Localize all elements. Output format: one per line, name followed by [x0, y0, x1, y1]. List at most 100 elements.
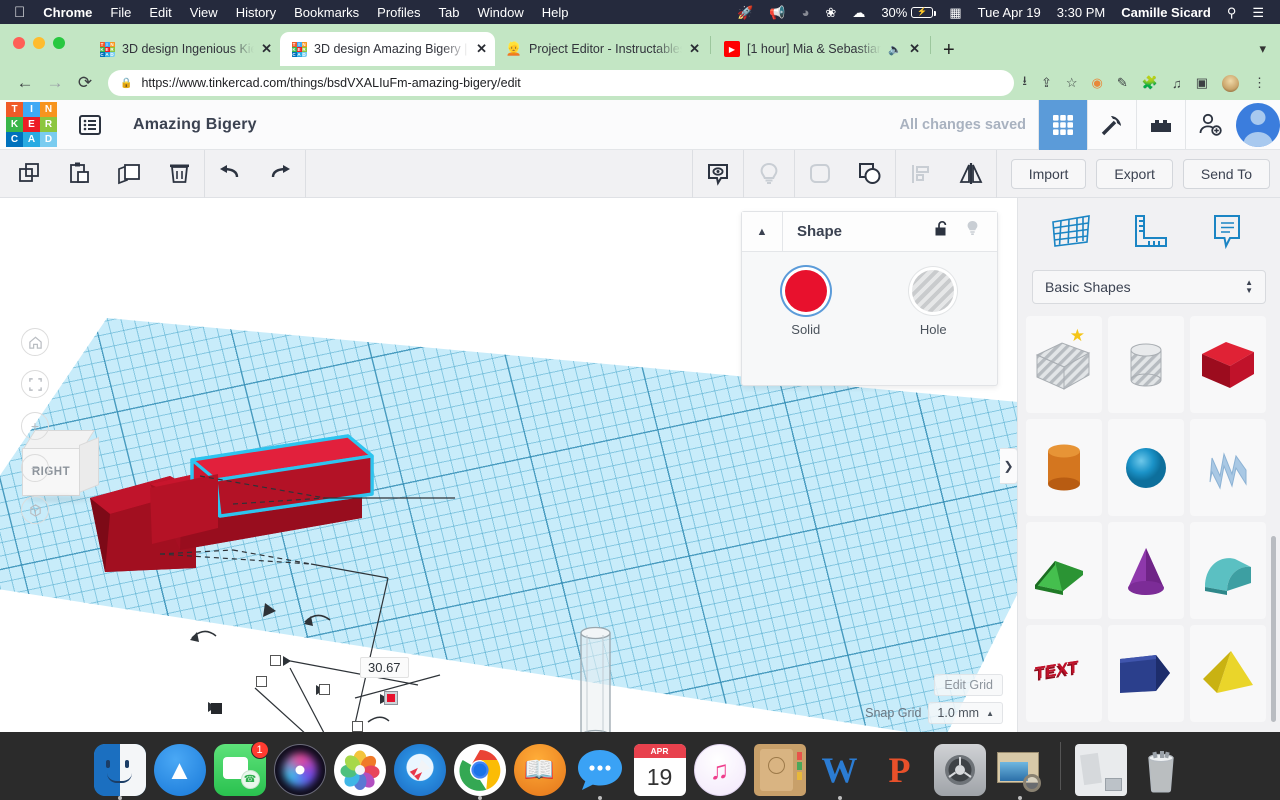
- menu-item-view[interactable]: View: [190, 5, 218, 20]
- back-button[interactable]: ←: [10, 73, 40, 93]
- mode-blocks-button[interactable]: [1136, 99, 1185, 150]
- screen-mirroring-icon[interactable]: ▦: [949, 6, 961, 19]
- tinkercad-logo[interactable]: T I N K E R C A D: [6, 102, 57, 147]
- dock-item-chrome[interactable]: [453, 744, 506, 800]
- menu-item-help[interactable]: Help: [542, 5, 569, 20]
- timemachine-icon[interactable]: ◕: [802, 6, 810, 19]
- menu-item-bookmarks[interactable]: Bookmarks: [294, 5, 359, 20]
- dock-item-photos[interactable]: [333, 744, 386, 796]
- bluetooth-icon[interactable]: ❀: [825, 6, 836, 19]
- dock-item-siri[interactable]: [273, 744, 326, 796]
- shape-item-cylinder[interactable]: [1026, 419, 1102, 516]
- scale-handle-top-2[interactable]: [256, 676, 267, 687]
- copy-button[interactable]: [4, 150, 54, 198]
- shape-item-box[interactable]: [1190, 316, 1266, 413]
- redo-button[interactable]: [255, 150, 305, 198]
- shape-item-sphere[interactable]: [1108, 419, 1184, 516]
- spotlight-search-icon[interactable]: ⚲: [1227, 6, 1237, 19]
- playlist-extension-icon[interactable]: ♫: [1172, 76, 1182, 91]
- dock-item-facetime[interactable]: ☎ 1: [213, 741, 269, 796]
- profile-avatar[interactable]: [1222, 74, 1239, 92]
- export-button[interactable]: Export: [1096, 158, 1173, 189]
- mode-codeblocks-button[interactable]: [1087, 99, 1136, 150]
- menu-item-profiles[interactable]: Profiles: [377, 5, 420, 20]
- dock-item-messages[interactable]: [574, 744, 626, 800]
- menu-item-file[interactable]: File: [110, 5, 131, 20]
- light-toggle-button[interactable]: [744, 150, 794, 198]
- ruler-icon[interactable]: [1127, 212, 1171, 257]
- extensions-puzzle-icon[interactable]: 🧩: [1142, 75, 1158, 91]
- hole-swatch[interactable]: [912, 270, 955, 312]
- light-bulb-icon[interactable]: [965, 220, 980, 243]
- star-icon[interactable]: ★: [1070, 326, 1085, 346]
- shape-item-scribble[interactable]: [1190, 419, 1266, 516]
- install-icon[interactable]: ⭳: [1022, 72, 1027, 94]
- close-tab-3-icon[interactable]: ✕: [689, 41, 700, 57]
- shape-category-select[interactable]: Basic Shapes ▲ ▼: [1032, 270, 1266, 304]
- unlock-icon[interactable]: [934, 220, 949, 243]
- shape-item-cone[interactable]: [1108, 522, 1184, 619]
- dock-item-word[interactable]: W: [814, 744, 866, 800]
- pencil-extension-icon[interactable]: ✎: [1117, 75, 1128, 91]
- sidebar-scrollbar[interactable]: [1271, 536, 1276, 722]
- menubar-user[interactable]: Camille Sicard: [1121, 5, 1211, 20]
- collapse-arrow-icon[interactable]: ▲: [742, 212, 783, 251]
- dock-item-powerpoint[interactable]: P: [874, 744, 926, 796]
- tab-search-chevron-down-icon[interactable]: ▾: [1259, 41, 1266, 57]
- record-icon[interactable]: ◉: [1092, 75, 1103, 91]
- maximize-window-button[interactable]: [53, 37, 65, 49]
- shape-item-cylinder-hole[interactable]: [1108, 316, 1184, 413]
- align-button[interactable]: [896, 150, 946, 198]
- tab-4-mute-icon[interactable]: 🔈: [888, 43, 902, 56]
- dock-item-ibooks[interactable]: 📖: [513, 744, 566, 796]
- home-view-button[interactable]: [21, 328, 49, 356]
- page-title[interactable]: Amazing Bigery: [133, 116, 257, 134]
- 3d-workspace-canvas[interactable]: 30.67 28.70 RIGHT + −: [0, 198, 1017, 732]
- scale-handle-top[interactable]: [270, 655, 281, 666]
- zoom-in-button[interactable]: +: [21, 412, 49, 440]
- bookmark-star-icon[interactable]: ☆: [1066, 75, 1078, 91]
- shape-properties-panel[interactable]: ▲ Shape Solid Hole: [741, 211, 998, 386]
- scale-handle-corner[interactable]: [211, 703, 222, 714]
- invite-people-button[interactable]: [1185, 99, 1234, 150]
- hole-option[interactable]: Hole: [870, 270, 998, 337]
- chrome-menu-icon[interactable]: ⋮: [1253, 75, 1266, 91]
- close-tab-2-icon[interactable]: ✕: [476, 41, 487, 57]
- close-tab-1-icon[interactable]: ✕: [261, 41, 272, 57]
- alert-megaphone-icon[interactable]: 📢: [769, 6, 785, 19]
- orbit-view-button[interactable]: [21, 496, 49, 524]
- solid-color-swatch[interactable]: [784, 270, 827, 312]
- dock-item-contacts[interactable]: [753, 744, 806, 796]
- ungroup-button[interactable]: [845, 150, 895, 198]
- note-icon[interactable]: [1205, 212, 1249, 257]
- paste-button[interactable]: [54, 150, 104, 198]
- browser-tab-1[interactable]: TIN KER CAD 3D design Ingenious Kieran |…: [88, 32, 280, 66]
- fit-all-button[interactable]: [21, 370, 49, 398]
- shape-item-roof[interactable]: [1026, 522, 1102, 619]
- share-icon[interactable]: ⇪: [1041, 75, 1052, 91]
- project-menu-button[interactable]: [65, 100, 115, 150]
- shape-item-box-hole[interactable]: ★: [1026, 316, 1102, 413]
- rocket-icon[interactable]: 🚀: [737, 6, 753, 19]
- browser-tab-3[interactable]: 👱 Project Editor - Instructables ✕: [495, 32, 708, 66]
- dock-item-system-preferences[interactable]: [933, 744, 986, 796]
- reload-button[interactable]: ⟳: [70, 73, 100, 93]
- dock-item-downloads-stack[interactable]: [1074, 744, 1127, 796]
- menu-item-history[interactable]: History: [236, 5, 276, 20]
- menu-item-tab[interactable]: Tab: [439, 5, 460, 20]
- wifi-icon[interactable]: ☁: [852, 6, 865, 19]
- menu-item-chrome[interactable]: Chrome: [43, 5, 92, 20]
- battery-status[interactable]: 30% ⚡: [881, 5, 937, 20]
- new-tab-button[interactable]: +: [943, 40, 955, 60]
- menu-item-edit[interactable]: Edit: [149, 5, 171, 20]
- mirror-button[interactable]: [946, 150, 996, 198]
- menu-item-window[interactable]: Window: [478, 5, 524, 20]
- scale-handle-mid[interactable]: [319, 684, 330, 695]
- shape-item-pyramid[interactable]: [1190, 625, 1266, 722]
- snap-grid-select[interactable]: 1.0 mm ▲: [928, 702, 1003, 724]
- sidepanel-icon[interactable]: ▣: [1196, 75, 1208, 91]
- apple-menu-icon[interactable]: : [14, 5, 25, 20]
- close-window-button[interactable]: [13, 37, 25, 49]
- workplane-grid-icon[interactable]: [1049, 212, 1093, 257]
- scale-handle-right[interactable]: [352, 721, 363, 732]
